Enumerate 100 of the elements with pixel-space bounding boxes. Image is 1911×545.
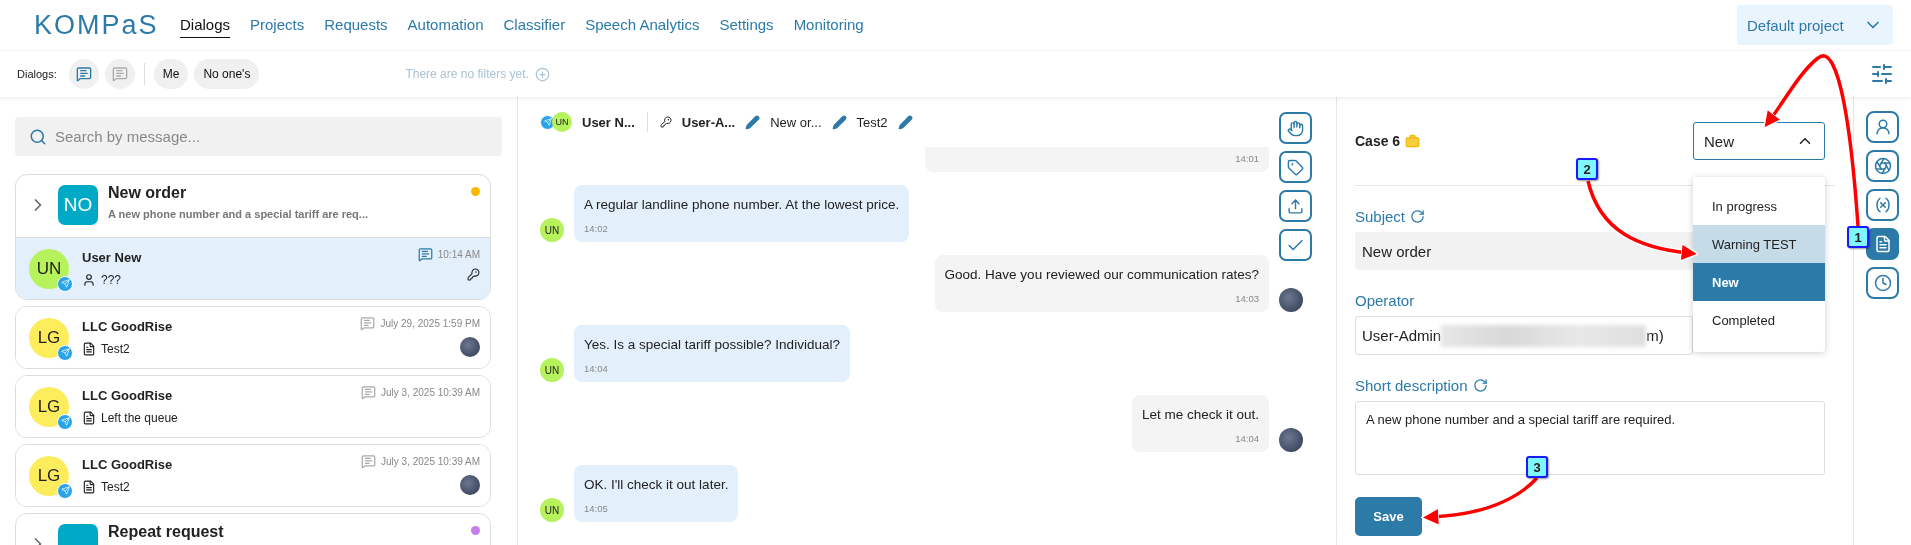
message-text: Let me check it out. (1141, 406, 1259, 424)
message-icon (361, 384, 377, 400)
step-badge: 3 (1526, 456, 1548, 478)
edit-icon[interactable] (831, 114, 847, 130)
status-option[interactable]: Completed (1693, 301, 1825, 339)
edit-icon[interactable] (745, 114, 761, 130)
save-button[interactable]: Save (1355, 497, 1422, 536)
tool-button[interactable] (1866, 228, 1899, 260)
subject-field[interactable]: New order (1355, 232, 1693, 270)
message-time: 14:02 (584, 223, 608, 234)
message-time: July 29, 2025 1:59 PM (380, 317, 480, 329)
nav-tab[interactable]: Automation (407, 12, 484, 38)
reset-icon[interactable] (1410, 209, 1426, 224)
person-icon (1873, 118, 1892, 136)
message-text: OK. I'll check it out later. (584, 476, 729, 494)
message-time: 14:04 (584, 363, 608, 374)
key-icon (467, 267, 480, 281)
nav-tab[interactable]: Settings (719, 12, 774, 38)
step-badge: 1 (1847, 226, 1869, 248)
dialog-row[interactable]: LG LLC GoodRise Left the queue July 3, 2025 10:39 AM (16, 376, 490, 437)
tool-button[interactable] (1866, 150, 1899, 182)
filter-chip[interactable]: Me (153, 59, 189, 89)
message-icon (361, 453, 377, 469)
tag-icon (1287, 158, 1304, 176)
message-preview: Test2 (101, 480, 130, 494)
logo: KOMPaS (34, 9, 160, 41)
message-text: Yes. Is a special tariff possible? Individual? (584, 336, 840, 354)
case-subtitle: A new phone number and a special tariff are req... (108, 208, 369, 220)
edit-icon[interactable] (897, 114, 913, 130)
operator-field[interactable]: User-Admin m) (1355, 316, 1693, 355)
status-option[interactable]: New (1693, 263, 1825, 301)
avatar: UN (540, 218, 564, 242)
reset-icon[interactable] (1472, 378, 1488, 393)
avatar: LG (29, 317, 69, 358)
hand-button[interactable] (1279, 112, 1312, 144)
tag-button[interactable] (1279, 151, 1312, 183)
check-button[interactable] (1279, 229, 1312, 261)
empty-filters-text: There are no filters yet. (405, 67, 529, 81)
message-text: A regular landline phone number. At the lowest price. (584, 196, 900, 214)
case-card[interactable]: Repeat request (15, 513, 491, 545)
hand-icon (1287, 119, 1304, 137)
nav-tab[interactable]: Dialogs (180, 12, 231, 38)
field-label: Operator (1355, 292, 1415, 309)
header-label: User N... (582, 114, 635, 130)
chat-filter-toggle[interactable] (68, 59, 99, 89)
message-text: Good. Have you reviewed our communication rates? (944, 266, 1259, 284)
case-tile: NO (58, 185, 98, 225)
step-badge: 2 (1576, 158, 1598, 180)
message-preview: ??? (101, 273, 122, 287)
case-card[interactable]: NO New order A new phone number and a special tariff are req... UN User New ??? 10:14 AM (15, 174, 491, 300)
contact-name: User New (82, 250, 143, 265)
person-icon (82, 273, 96, 287)
aperture-icon (1873, 157, 1892, 175)
document-icon (82, 411, 96, 425)
tool-button[interactable] (1866, 267, 1899, 299)
project-select[interactable]: Default project (1737, 5, 1893, 45)
settings-icon[interactable] (1870, 62, 1894, 86)
nav-tab[interactable]: Projects (250, 12, 305, 38)
upload-icon (1287, 197, 1304, 215)
chat-filter-toggle[interactable] (104, 59, 135, 89)
nav-tab[interactable]: Monitoring (793, 12, 864, 38)
tool-button[interactable] (1866, 111, 1899, 143)
contact-name: LLC GoodRise (82, 319, 174, 334)
message-time: 10:14 AM (437, 248, 480, 260)
field-label: Short description (1355, 377, 1468, 394)
dialog-row[interactable]: LG LLC GoodRise Test2 July 29, 2025 1:59 PM (16, 307, 490, 368)
briefcase-icon (1405, 133, 1421, 149)
header-label: Test2 (856, 114, 888, 130)
variable-icon (1873, 196, 1892, 214)
field-label: Subject (1355, 208, 1406, 225)
message-preview: Left the queue (101, 411, 178, 425)
avatar (1279, 288, 1303, 312)
avatar (460, 336, 480, 357)
message-icon (417, 246, 433, 262)
message-time: 14:04 (1235, 433, 1259, 444)
avatar (460, 474, 480, 495)
dialog-row[interactable]: LG LLC GoodRise Test2 July 3, 2025 10:39 AM (16, 445, 490, 506)
status-option[interactable]: Warning TEST (1693, 225, 1825, 263)
message-icon (360, 315, 376, 331)
nav-tab[interactable]: Speech Analytics (585, 12, 700, 38)
contact-name: LLC GoodRise (82, 457, 174, 472)
message-time: 14:03 (1235, 293, 1259, 304)
message-icon (75, 66, 92, 82)
share-button[interactable] (1279, 190, 1312, 222)
message-time: July 3, 2025 10:39 AM (381, 386, 480, 398)
document-icon (82, 342, 96, 356)
header-label: New or... (770, 114, 822, 130)
dialog-row[interactable]: UN User New ??? 10:14 AM (16, 237, 490, 299)
tool-button[interactable] (1866, 189, 1899, 221)
nav-tab[interactable]: Requests (324, 12, 388, 38)
document-icon (1873, 235, 1892, 253)
avatar: LG (29, 386, 69, 427)
message-time: 14:01 (1235, 153, 1259, 164)
header-label: User-A... (681, 114, 736, 130)
status-select[interactable]: New (1693, 122, 1825, 160)
nav-tab[interactable]: Classifier (503, 12, 566, 38)
status-option[interactable]: In progress (1693, 187, 1825, 225)
filter-chip[interactable]: No one's (194, 59, 260, 89)
case-title: Repeat request (108, 523, 225, 540)
avatar: UN (540, 498, 564, 522)
